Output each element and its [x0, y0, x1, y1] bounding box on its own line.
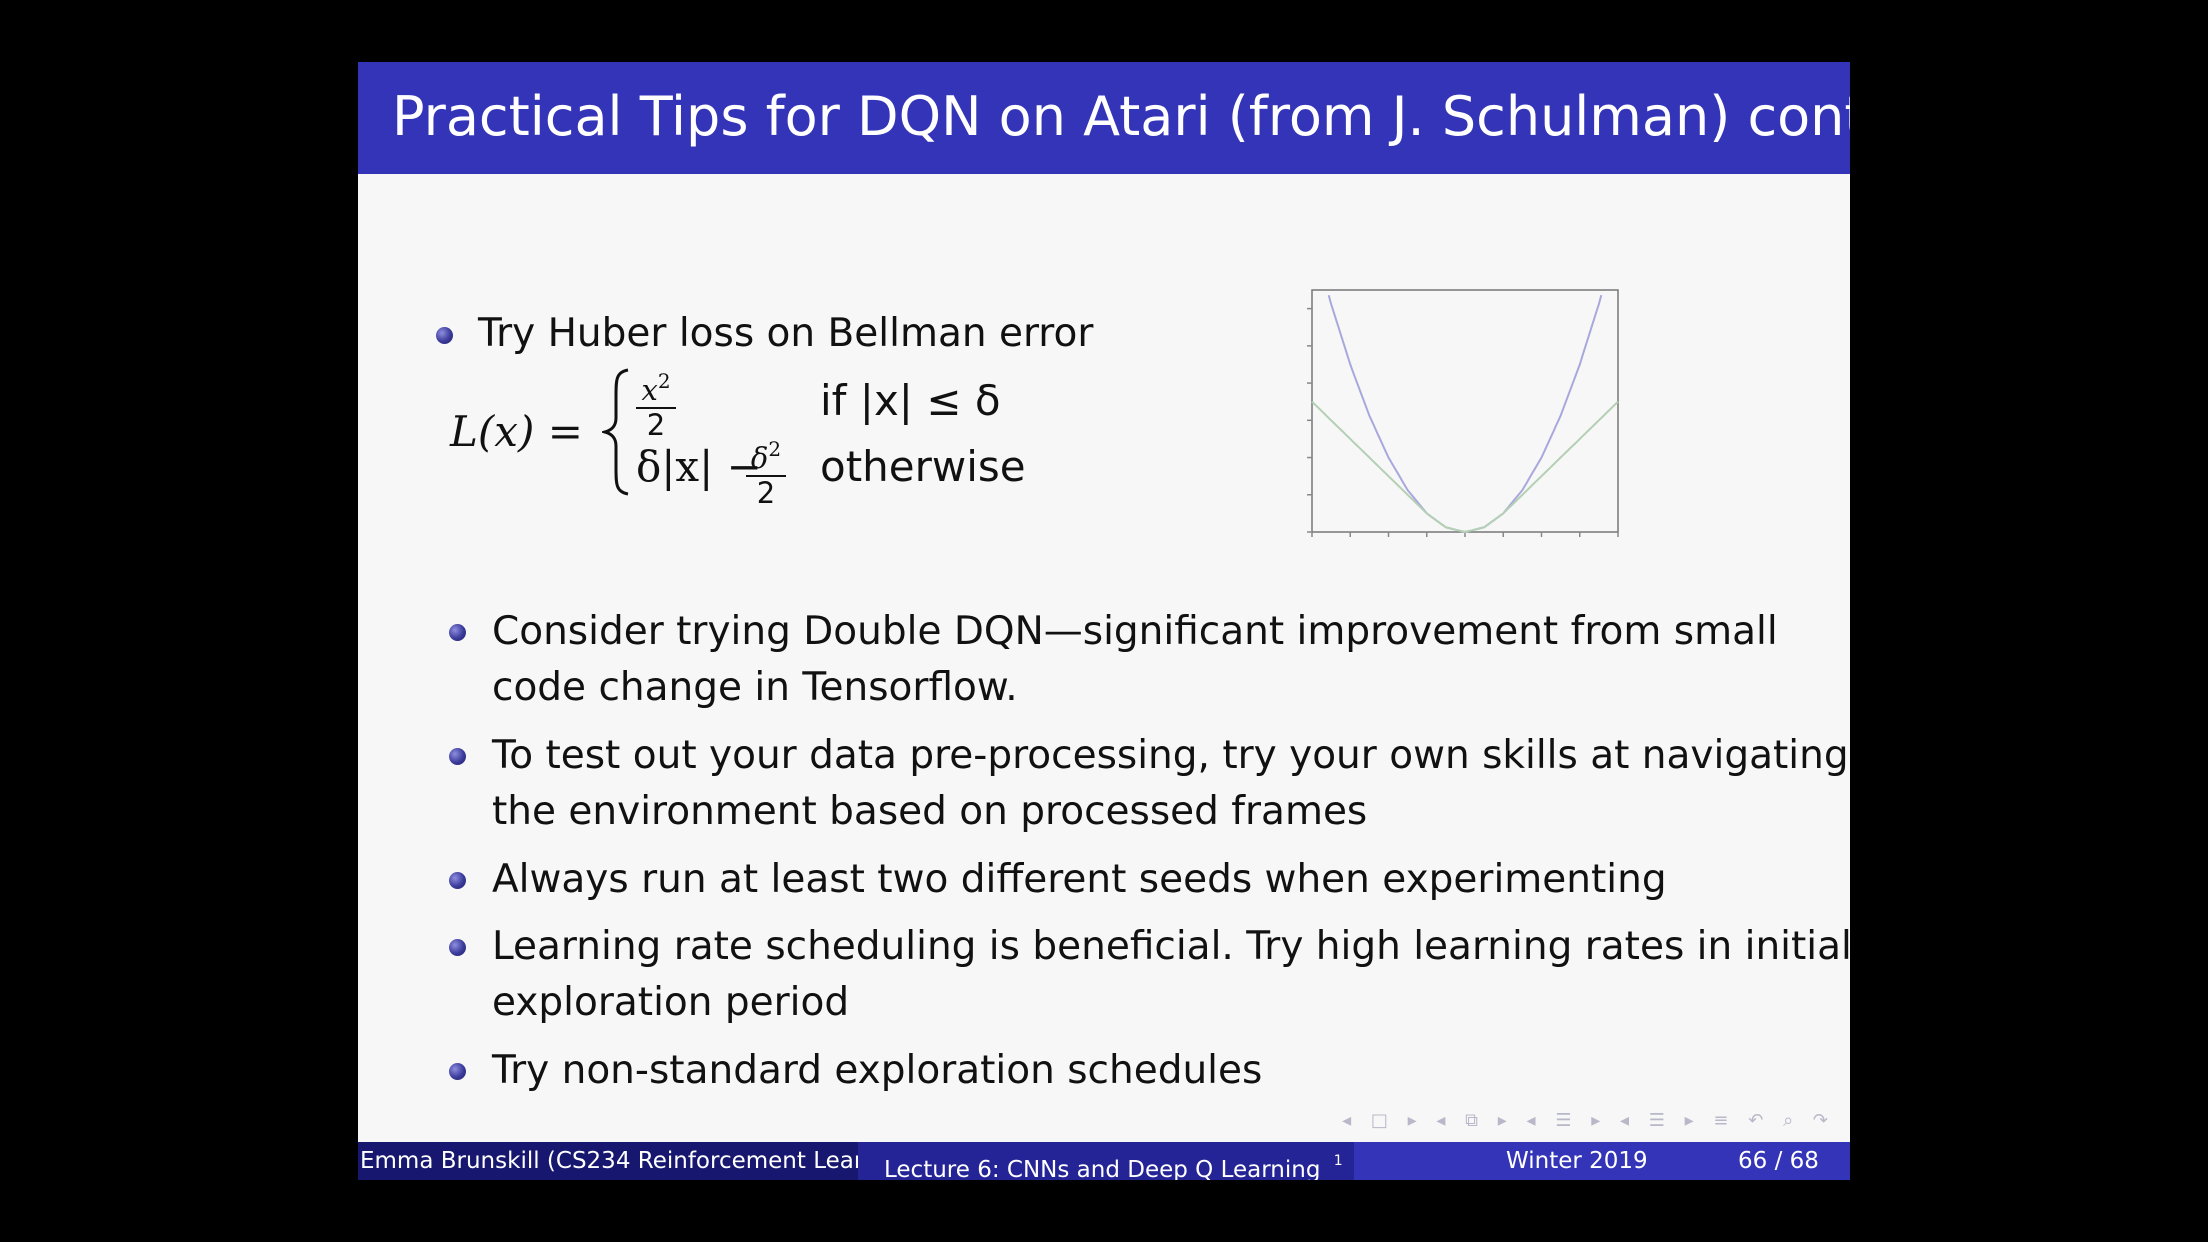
bullet-icon	[449, 624, 466, 641]
case1-denominator: 2	[646, 408, 666, 442]
nav-forward-icon[interactable]: ↷	[1813, 1110, 1828, 1131]
case1-numerator: x	[641, 373, 658, 407]
footer-author-panel: Emma Brunskill (CS234 Reinforcement Lear…	[358, 1142, 858, 1180]
bullet-line: Always run at least two different seeds …	[492, 857, 1667, 902]
quadratic-loss-line	[1327, 294, 1603, 534]
bullet-icon	[436, 327, 453, 344]
bullet-item: Try non-standard exploration schedules	[492, 1043, 1262, 1099]
bullet-icon	[449, 939, 466, 956]
equation-lhs: L(x) =	[450, 407, 583, 456]
footer-lecture: Lecture 6: CNNs and Deep Q Learning	[884, 1157, 1321, 1180]
bullet-line: Try non-standard exploration schedules	[492, 1048, 1263, 1093]
bullet-line: exploration period	[492, 980, 850, 1025]
nav-prev-icon[interactable]: ◂	[1527, 1110, 1536, 1131]
nav-prev-icon[interactable]: ◂	[1342, 1110, 1351, 1131]
nav-subsection-icon[interactable]: ⧉	[1465, 1110, 1478, 1131]
footer-page: 66 / 68	[1738, 1148, 1819, 1174]
case2-condition: otherwise	[820, 442, 1026, 491]
nav-next-icon[interactable]: ▸	[1408, 1110, 1417, 1131]
nav-prev-icon[interactable]: ◂	[1436, 1110, 1445, 1131]
bullet-icon	[449, 1063, 466, 1080]
brace-icon	[602, 368, 629, 496]
case2-denominator: 2	[756, 476, 776, 510]
bullet-line: Learning rate scheduling is beneficial. …	[492, 924, 1850, 969]
slide: Practical Tips for DQN on Atari (from J.…	[358, 62, 1850, 1180]
bullet-item: Learning rate scheduling is beneficial. …	[492, 919, 1850, 1031]
nav-next-icon[interactable]: ▸	[1591, 1110, 1600, 1131]
case2-numerator: δ	[750, 441, 769, 475]
nav-document-icon[interactable]: ☰	[1649, 1110, 1665, 1131]
footer-lecture-panel: Lecture 6: CNNs and Deep Q Learning 1	[858, 1142, 1354, 1180]
case1-exponent: 2	[657, 369, 671, 393]
case2-term: δ|x| −	[636, 442, 762, 491]
huber-loss-chart	[1307, 289, 1619, 537]
nav-next-icon[interactable]: ▸	[1685, 1110, 1694, 1131]
huber-equation: L(x) = x2 2 if |x| ≤ δ δ|x| − δ2 2 other…	[450, 362, 1050, 509]
nav-outline-icon[interactable]: ≡	[1713, 1110, 1728, 1131]
slide-title-bar: Practical Tips for DQN on Atari (from J.…	[358, 62, 1850, 174]
bullet-line: code change in Tensorflow.	[492, 665, 1018, 710]
bullet-line: Consider trying Double DQN—significant i…	[492, 609, 1778, 654]
bullet-icon	[449, 872, 466, 889]
bullet-item: To test out your data pre-processing, tr…	[492, 728, 1849, 840]
bullet-line: the environment based on processed frame…	[492, 789, 1368, 834]
nav-section-icon[interactable]: ☰	[1555, 1110, 1571, 1131]
bullet-item: Consider trying Double DQN—significant i…	[492, 604, 1778, 716]
chart-ticks	[1307, 307, 1619, 537]
beamer-navigation[interactable]: ◂ □ ▸ ◂ ⧉ ▸ ◂ ☰ ▸ ◂ ☰ ▸ ≡ ↶ ⌕ ↷	[1328, 1110, 1828, 1136]
case1-condition: if |x| ≤ δ	[820, 376, 1001, 425]
nav-back-icon[interactable]: ↶	[1748, 1110, 1763, 1131]
chart-frame	[1311, 289, 1619, 533]
nav-search-icon[interactable]: ⌕	[1783, 1110, 1793, 1131]
nav-next-icon[interactable]: ▸	[1498, 1110, 1507, 1131]
huber-item: Try Huber loss on Bellman error	[478, 311, 1094, 356]
bullet-item: Always run at least two different seeds …	[492, 852, 1667, 908]
nav-frame-icon[interactable]: □	[1371, 1110, 1388, 1131]
nav-prev-icon[interactable]: ◂	[1620, 1110, 1629, 1131]
footer-info-panel: Winter 2019 66 / 68	[1354, 1142, 1850, 1180]
footer-footnote: 1	[1333, 1153, 1343, 1169]
bullet-line: To test out your data pre-processing, tr…	[492, 733, 1849, 778]
slide-title: Practical Tips for DQN on Atari (from J.…	[392, 85, 1850, 148]
huber-loss-line	[1311, 400, 1619, 534]
case2-exponent: 2	[768, 437, 782, 461]
footer-term: Winter 2019	[1506, 1148, 1648, 1174]
footer-author: Emma Brunskill (CS234 Reinforcement Lear…	[360, 1148, 858, 1174]
bullet-icon	[449, 748, 466, 765]
slide-footer: Emma Brunskill (CS234 Reinforcement Lear…	[358, 1142, 1850, 1180]
